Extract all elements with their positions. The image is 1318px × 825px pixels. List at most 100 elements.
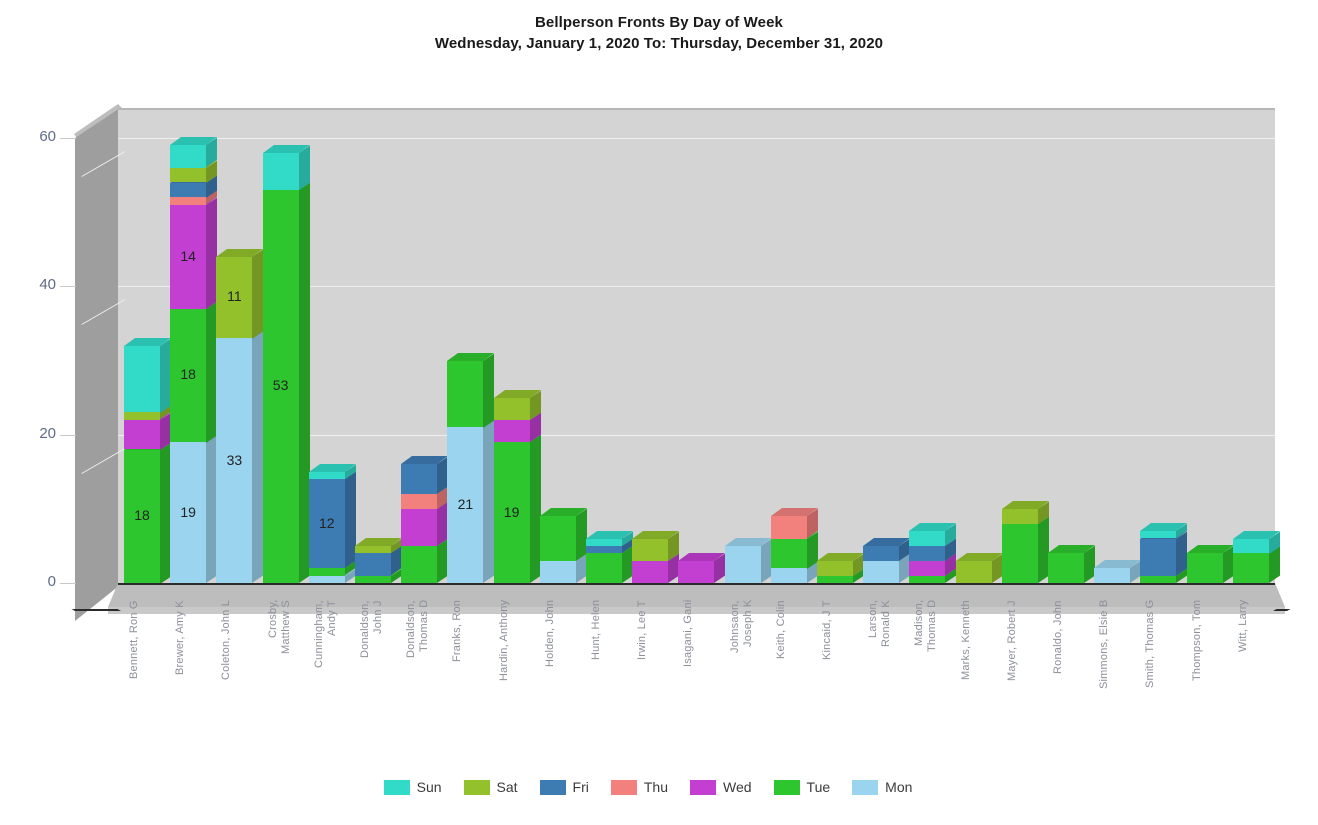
bar-segment-face xyxy=(817,560,853,576)
bar-segment-sat[interactable] xyxy=(1001,500,1049,524)
legend-item-fri[interactable]: Fri xyxy=(539,779,589,795)
legend-item-tue[interactable]: Tue xyxy=(773,779,830,795)
bar-segment-tue[interactable] xyxy=(401,537,449,583)
bar-segment-sat[interactable] xyxy=(216,248,264,339)
bar-segment-face xyxy=(401,494,438,509)
bar-segment-wed[interactable] xyxy=(632,552,680,583)
bar-segment-face xyxy=(1186,553,1223,583)
bar-segment-tue[interactable] xyxy=(493,434,541,583)
bar-segment-fri[interactable] xyxy=(308,471,356,569)
legend-swatch-mon xyxy=(852,779,879,795)
bar-segment-tue[interactable] xyxy=(262,181,310,583)
bar-segment-fri[interactable] xyxy=(1140,530,1188,576)
bar-segment-wed[interactable] xyxy=(401,500,449,546)
bar-segment-tue[interactable] xyxy=(1001,515,1049,583)
x-axis-label: Coleton, John L xyxy=(220,600,233,681)
bar-segment-tue[interactable] xyxy=(909,567,957,583)
bar-segment-face xyxy=(1232,553,1269,583)
bar-segment-thu[interactable] xyxy=(170,189,218,205)
bar-segment-sat[interactable] xyxy=(355,537,403,554)
axis-baseline xyxy=(118,583,1275,585)
legend-item-thu[interactable]: Thu xyxy=(610,779,668,795)
bar-segment-tue[interactable] xyxy=(1186,545,1234,583)
bar-segment-sun[interactable] xyxy=(909,523,957,546)
bar-segment-face xyxy=(539,560,576,583)
bar-segment-face xyxy=(355,575,391,583)
bar-segment-face xyxy=(1232,538,1269,554)
bar-segment-sat[interactable] xyxy=(170,159,218,183)
bar-segment-tue[interactable] xyxy=(1140,567,1188,583)
bar-segment-sun[interactable] xyxy=(1140,523,1188,539)
bar-segment-sun[interactable] xyxy=(262,144,310,190)
x-axis-label: Larson, Ronald K xyxy=(867,600,893,647)
legend-item-sun[interactable]: Sun xyxy=(383,779,442,795)
bar-segment-mon[interactable] xyxy=(1094,560,1142,583)
bar-segment-mon[interactable] xyxy=(308,567,356,583)
bar-segment-tue[interactable] xyxy=(539,508,587,561)
bar-segment-face xyxy=(170,145,207,168)
bar-segment-mon[interactable] xyxy=(216,330,264,583)
x-axis-label: Ronaldo, John xyxy=(1052,600,1064,674)
legend-swatch-sat xyxy=(463,779,490,795)
bar-segment-mon[interactable] xyxy=(863,552,911,583)
bar-segment-mon[interactable] xyxy=(447,419,495,583)
bar-segment-sat[interactable] xyxy=(955,552,1003,583)
bar-segment-sun[interactable] xyxy=(124,337,172,413)
bar-segment-sun[interactable] xyxy=(308,463,356,480)
x-axis-label: Madison, Thomas D xyxy=(913,600,939,653)
bar-segment-face xyxy=(170,167,207,183)
legend-item-mon[interactable]: Mon xyxy=(852,779,912,795)
bar-segment-tue[interactable] xyxy=(817,567,865,583)
legend-item-sat[interactable]: Sat xyxy=(463,779,518,795)
bar-segment-face xyxy=(863,545,900,561)
bar-segment-fri[interactable] xyxy=(355,545,403,576)
x-axis-label: Cunningham, Andy T xyxy=(312,600,338,668)
legend-item-wed[interactable]: Wed xyxy=(690,779,752,795)
bar-segment-sat[interactable] xyxy=(817,552,865,576)
bar-segment-sun[interactable] xyxy=(586,530,634,546)
bar-segment-tue[interactable] xyxy=(1232,545,1280,583)
bar-segment-fri[interactable] xyxy=(863,537,911,561)
bar-segment-fri[interactable] xyxy=(909,537,957,561)
bar-segment-sat[interactable] xyxy=(493,389,541,420)
bar-segment-thu[interactable] xyxy=(401,486,449,509)
bar-segment-tue[interactable] xyxy=(124,441,172,583)
x-axis-label: Simmons, Elsie B xyxy=(1098,600,1111,690)
bar-segment-mon[interactable] xyxy=(724,537,772,583)
bar-segment-sun[interactable] xyxy=(170,137,218,168)
bar-segment-fri[interactable] xyxy=(586,537,634,554)
bar-segment-wed[interactable] xyxy=(493,411,541,443)
bar-segment-wed[interactable] xyxy=(909,552,957,576)
bar-segment-wed[interactable] xyxy=(678,552,726,583)
x-axis-label: Keith, Colin xyxy=(774,600,787,659)
x-axis-label: Donaldson, Thomas D xyxy=(405,600,431,658)
bar-segment-face xyxy=(124,449,160,583)
bar-segment-mon[interactable] xyxy=(770,560,818,583)
bar-segment-wed[interactable] xyxy=(124,411,172,450)
bar-segment-tue[interactable] xyxy=(1048,545,1096,583)
bar-segment-tue[interactable] xyxy=(770,530,818,569)
x-axis-label: Franks, Ron xyxy=(451,600,464,663)
bar-segment-face xyxy=(355,545,391,554)
bar-segment-thu[interactable] xyxy=(770,508,818,539)
bar-segment-tue[interactable] xyxy=(355,567,403,583)
bar-segment-fri[interactable] xyxy=(170,174,218,198)
plot-left-wall xyxy=(75,108,120,621)
bar-segment-tue[interactable] xyxy=(447,352,495,428)
bar-segment-face xyxy=(401,464,438,494)
bar-segment-fri[interactable] xyxy=(401,456,449,494)
bar-segment-mon[interactable] xyxy=(539,552,587,583)
bar-segment-sun[interactable] xyxy=(1232,530,1280,554)
bar-segment-face xyxy=(170,197,207,205)
bar-segment-face xyxy=(770,516,807,539)
bar-segment-sat[interactable] xyxy=(632,530,680,561)
bar-segment-tue[interactable] xyxy=(170,300,218,443)
bar-segment-wed[interactable] xyxy=(170,196,218,309)
bar-segment-tue[interactable] xyxy=(308,560,356,576)
x-axis-label: Marks, Kenneth xyxy=(959,600,972,680)
bar-segment-face xyxy=(632,560,669,583)
bar-segment-mon[interactable] xyxy=(170,434,218,583)
bar-segment-tue[interactable] xyxy=(586,545,634,583)
bar-segment-sat[interactable] xyxy=(124,404,172,420)
bar-segment-face xyxy=(262,189,299,583)
